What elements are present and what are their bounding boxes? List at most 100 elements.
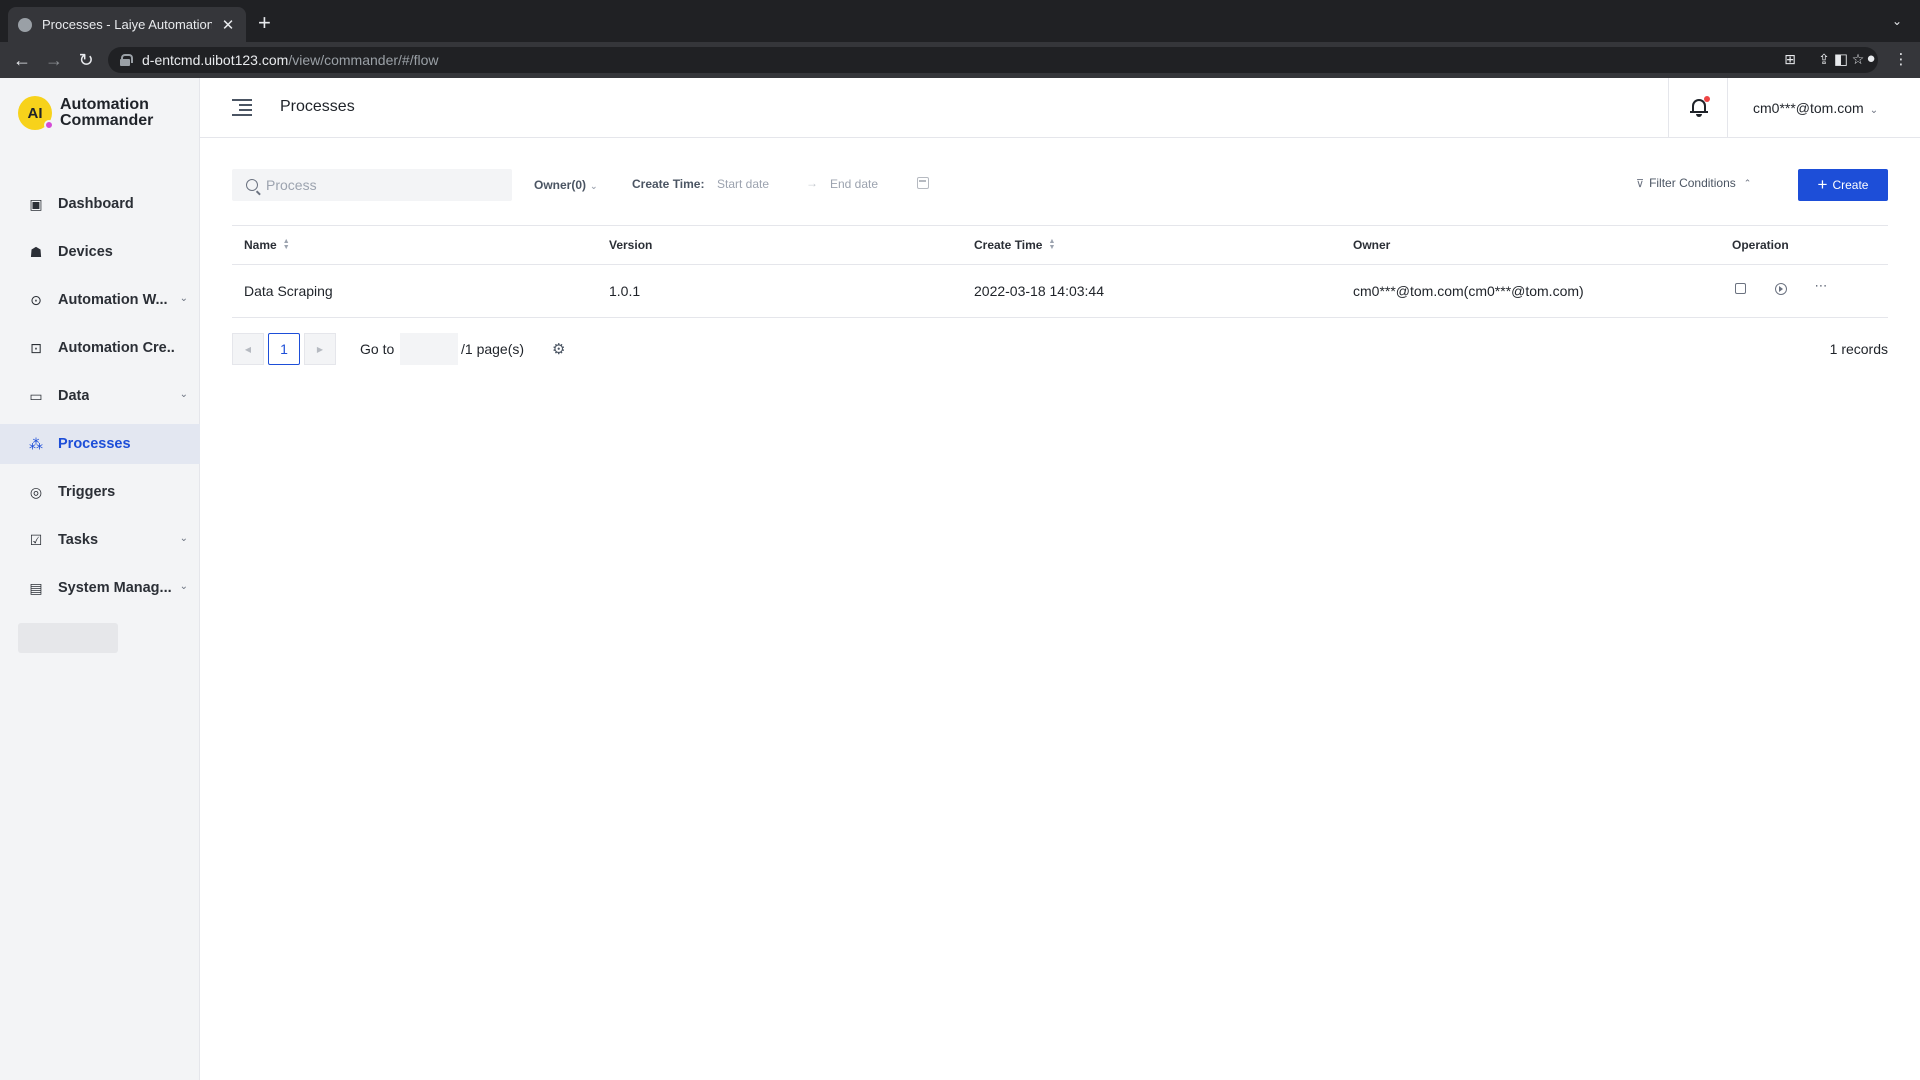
browser-tab-bar: Processes - Laiye Automation ✕ + ⌄ [0,0,1920,42]
pages-label: /1 page(s) [461,341,525,357]
sidebar-item-label: Triggers [58,484,116,500]
chevron-down-icon: ⌄ [179,533,188,544]
cell-name[interactable]: Data Scraping [244,283,333,299]
column-header-version: Version [609,238,653,252]
sidebar-item-label: System Manag... [58,580,172,596]
page-title: Processes [280,98,355,115]
column-header-name[interactable]: Name ▲ ▼ [244,238,290,252]
sort-icon[interactable]: ▲ ▼ [1048,238,1055,251]
address-bar[interactable]: d-entcmd.uibot123.com/view/commander/#/f… [108,47,1878,73]
create-time-label: Create Time: [632,177,705,191]
bell-icon [1690,96,1710,117]
prev-page-icon[interactable]: ◀ [232,333,264,365]
column-header-owner: Owner [1353,238,1391,252]
cell-create-time: 2022-03-18 14:03:44 [974,283,1104,299]
sidebar-nav: ▣ Dashboard ☗ Devices ⊙ Automation W... … [0,184,200,616]
create-button-label: Create [1832,178,1869,192]
filter-conditions-toggle[interactable]: ⊽ Filter Conditions ⌃ [1636,176,1751,190]
favicon-icon [18,17,32,32]
sidebar-item-label: Automation Cre... [58,340,174,356]
chevron-down-icon: ⌄ [179,389,188,400]
browser-tab[interactable]: Processes - Laiye Automation ✕ [8,7,246,42]
cell-version: 1.0.1 [609,283,641,299]
owner-filter-label: Owner(0) [534,178,587,192]
system-icon: ▤ [29,580,43,596]
top-header: Processes cm0***@tom.com ⌄ [200,78,1920,138]
sidebar-item-dashboard[interactable]: ▣ Dashboard [0,184,200,224]
sidebar-item-label: Tasks [58,532,99,548]
more-icon[interactable]: ⋯ [1814,279,1828,293]
sidebar-item-label: Data [58,388,90,404]
create-button[interactable]: + Create [1798,169,1888,201]
column-header-create-time[interactable]: Create Time ▲ ▼ [974,238,1055,252]
collapse-sidebar-icon[interactable] [232,98,252,116]
profile-icon[interactable]: ● [1862,50,1880,68]
creator-icon: ⊡ [30,340,42,356]
sidebar-item-label: Automation W... [58,292,168,308]
folder-icon: ▭ [29,388,43,404]
close-tab-icon[interactable]: ✕ [220,16,236,34]
chevron-down-icon: ⌄ [1869,105,1879,116]
goto-page-input[interactable] [400,333,458,365]
sidebar-item-devices[interactable]: ☗ Devices [0,232,200,272]
chevron-down-icon[interactable]: ⌄ [1892,14,1902,28]
tasks-icon: ☑ [29,532,43,548]
table-row[interactable]: Data Scraping 1.0.1 2022-03-18 14:03:44 … [232,265,1888,318]
filter-icon: ⊽ [1636,177,1645,190]
cell-owner: cm0***@tom.com(cm0***@tom.com) [1353,283,1584,299]
page-number[interactable]: 1 [268,333,300,365]
chevron-down-icon: ⌄ [179,293,188,304]
sidebar-item-triggers[interactable]: ◎ Triggers [0,472,200,512]
next-page-icon[interactable]: ▶ [304,333,336,365]
gear-icon[interactable]: ⚙ [552,340,565,358]
owner-filter[interactable]: Owner(0) ⌄ [534,178,598,192]
end-date-input[interactable]: End date [830,177,878,191]
search-input[interactable] [266,177,496,193]
chevron-down-icon: ⌄ [179,581,188,592]
search-icon [246,179,258,191]
user-menu[interactable]: cm0***@tom.com ⌄ [1753,100,1878,116]
dashboard-icon: ▣ [29,196,43,212]
url-host: d-entcmd.uibot123.com [142,52,289,68]
share-icon[interactable]: ⇪ [1816,51,1832,68]
sidebar-item-label: Devices [58,244,113,260]
sidebar-item-system-management[interactable]: ▤ System Manag... ⌄ [0,568,200,608]
sidebar-blurred-area [18,623,118,653]
chevron-up-icon: ⌃ [1743,177,1752,188]
side-panel-icon[interactable]: ◧ [1832,50,1850,68]
main-content: Processes cm0***@tom.com⌄ Owner(0)⌄ Crea… [200,78,1920,1080]
user-email: cm0***@tom.com [1753,100,1864,116]
processes-table: Name ▲ ▼ Version Create Time ▲ ▼ Owner Ope… [232,225,1888,318]
arrow-right-icon: → [806,176,818,190]
calendar-icon[interactable] [917,177,929,189]
sidebar-item-automation-creator[interactable]: ⊡ Automation Cre... [0,328,200,368]
translate-icon[interactable]: ⊞ [1782,51,1798,68]
plus-icon: + [1817,175,1828,194]
filter-conditions-label: Filter Conditions [1649,176,1736,190]
processes-icon: ⁂ [29,436,43,452]
logo[interactable]: AI Automation Commander [18,96,153,130]
sidebar-item-processes[interactable]: ⁂ Processes [0,424,200,464]
sidebar: AI Automation Commander ▣ Dashboard ☗ De… [0,78,200,1080]
sidebar-item-tasks[interactable]: ☑ Tasks ⌄ [0,520,200,560]
reload-icon[interactable]: ↻ [74,48,98,72]
forward-icon[interactable]: → [42,48,66,72]
sort-icon[interactable]: ▲ ▼ [283,238,290,251]
start-date-input[interactable]: Start date [717,177,769,191]
sidebar-item-automation-workers[interactable]: ⊙ Automation W... ⌄ [0,280,200,320]
run-icon[interactable] [1775,283,1787,295]
lock-icon [120,54,133,66]
edit-icon[interactable] [1735,283,1746,294]
devices-icon: ☗ [29,244,43,260]
chevron-down-icon: ⌄ [590,181,598,191]
logo-mark-icon: AI [18,96,54,130]
search-box[interactable] [232,169,512,201]
new-tab-icon[interactable]: + [258,12,271,34]
sidebar-item-data[interactable]: ▭ Data ⌄ [0,376,200,416]
logo-text: Automation Commander [60,96,154,129]
column-header-operation: Operation [1732,238,1789,252]
back-icon[interactable]: ← [10,48,34,72]
sidebar-item-label: Dashboard [58,196,134,212]
menu-kebab-icon[interactable]: ⋮ [1892,50,1910,68]
notifications-button[interactable] [1668,78,1728,138]
